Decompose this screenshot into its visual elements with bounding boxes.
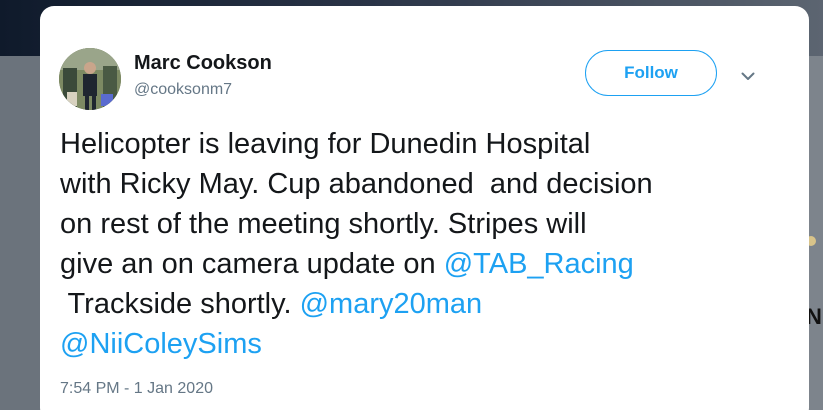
- tweet-text: Helicopter is leaving for Dunedin Hospit…: [60, 124, 780, 364]
- tweet-card: Marc Cookson @cooksonm7 Follow Helicopte…: [40, 6, 809, 410]
- tweet-text-segment: with Ricky May. Cup abandoned and decisi…: [60, 168, 653, 200]
- chevron-down-icon[interactable]: [736, 64, 760, 88]
- mention-link[interactable]: @NiiColeySims: [60, 328, 262, 360]
- tweet-text-segment: Helicopter is leaving for Dunedin Hospit…: [60, 128, 591, 160]
- author-handle[interactable]: @cooksonm7: [134, 81, 232, 99]
- tweet-text-segment: on rest of the meeting shortly. Stripes …: [60, 208, 587, 240]
- mention-link[interactable]: @TAB_Racing: [444, 248, 634, 280]
- mention-link[interactable]: @mary20man: [300, 288, 483, 320]
- author-name[interactable]: Marc Cookson: [134, 52, 272, 75]
- tweet-timestamp[interactable]: 7:54 PM - 1 Jan 2020: [60, 380, 213, 398]
- tweet-text-line: with Ricky May. Cup abandoned and decisi…: [60, 164, 780, 204]
- tweet-text-line: on rest of the meeting shortly. Stripes …: [60, 204, 780, 244]
- tweet-text-segment: Trackside shortly.: [60, 288, 300, 320]
- follow-button[interactable]: Follow: [585, 50, 717, 96]
- tweet-text-line: Trackside shortly. @mary20man: [60, 284, 780, 324]
- tweet-text-segment: give an on camera update on: [60, 248, 444, 280]
- tweet-text-line: @NiiColeySims: [60, 324, 780, 364]
- tweet-text-line: give an on camera update on @TAB_Racing: [60, 244, 780, 284]
- avatar-image: [59, 48, 121, 110]
- avatar[interactable]: [59, 48, 121, 110]
- tweet-text-line: Helicopter is leaving for Dunedin Hospit…: [60, 124, 780, 164]
